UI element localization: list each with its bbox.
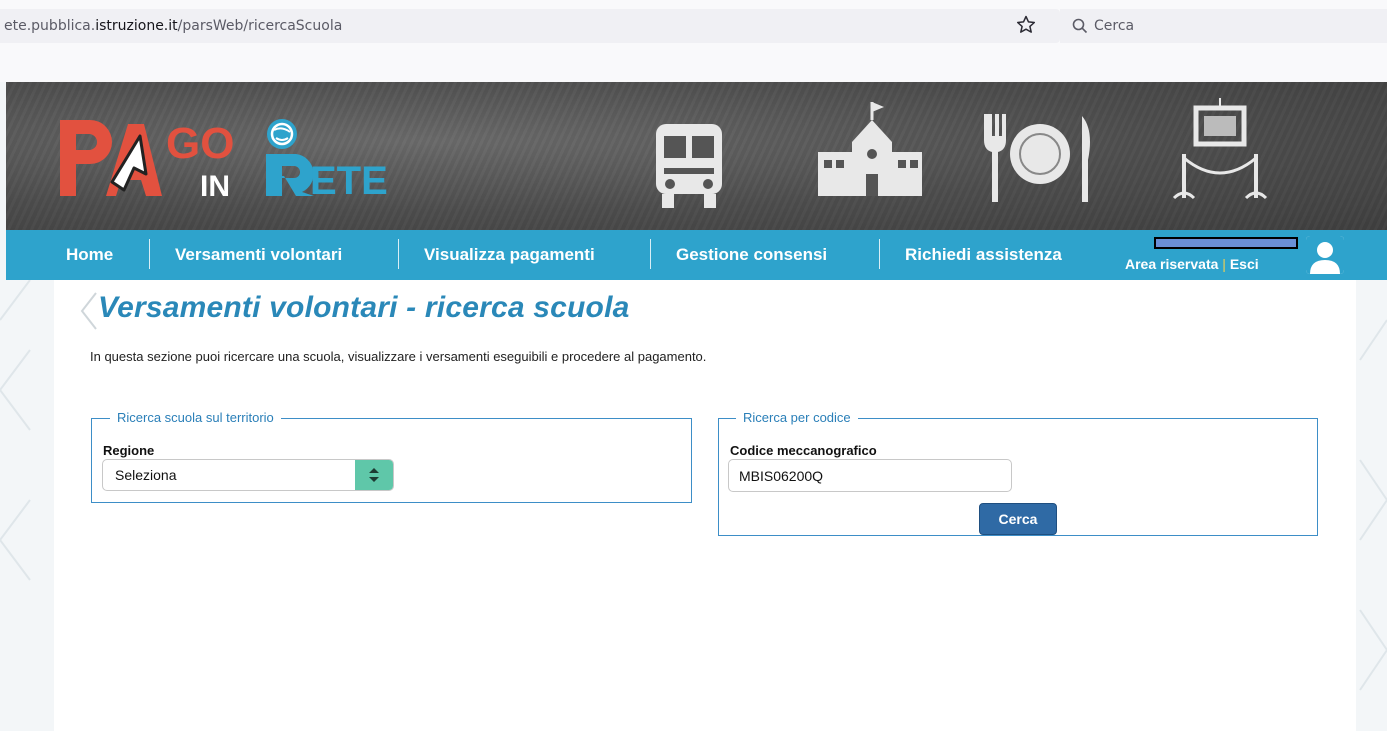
browser-gap [0, 52, 1387, 82]
code-input[interactable] [728, 459, 1012, 492]
link-separator: | [1222, 256, 1226, 272]
search-button[interactable]: Cerca [979, 503, 1057, 535]
cutlery-plate-icon [984, 114, 1090, 202]
museum-painting-icon [1172, 98, 1268, 200]
nav-separator [650, 239, 651, 269]
nav-richiedi-assistenza[interactable]: Richiedi assistenza [905, 230, 1062, 280]
url-prefix: ete.pubblica. [4, 18, 96, 34]
nav-separator [879, 239, 880, 269]
search-icon [1072, 18, 1088, 34]
esci-link[interactable]: Esci [1230, 256, 1259, 272]
region-label: Regione [103, 443, 155, 458]
pago-in-rete-logo[interactable]: GO IN ETE [54, 110, 454, 202]
svg-text:GO: GO [166, 119, 234, 168]
code-search-legend: Ricerca per codice [736, 410, 858, 425]
redacted-username [1154, 237, 1298, 249]
nav-gestione-consensi[interactable]: Gestione consensi [676, 230, 827, 280]
select-arrows-icon[interactable] [355, 460, 393, 490]
nav-versamenti-volontari[interactable]: Versamenti volontari [175, 230, 342, 280]
site-header: GO IN ETE [6, 82, 1387, 230]
nav-visualizza-pagamenti[interactable]: Visualizza pagamenti [424, 230, 595, 280]
region-select-value: Seleziona [115, 467, 177, 483]
area-riservata-link[interactable]: Area riservata [1125, 256, 1218, 272]
page-intro: In questa sezione puoi ricercare una scu… [90, 349, 707, 364]
url-bar[interactable]: ete.pubblica. istruzione.it/parsWeb/ricer… [0, 9, 1060, 43]
school-building-icon [818, 102, 922, 196]
bookmark-star-icon[interactable] [1014, 13, 1038, 37]
nav-separator [149, 239, 150, 269]
search-placeholder: Cerca [1094, 18, 1135, 34]
url-path: /parsWeb/ricercaScuola [177, 18, 343, 34]
page-title: Versamenti volontari - ricerca scuola [98, 291, 630, 324]
browser-search-box[interactable]: Cerca [1060, 9, 1387, 43]
url-host: istruzione.it [95, 18, 178, 34]
svg-text:ETE: ETE [310, 159, 388, 202]
nav-home[interactable]: Home [66, 230, 113, 280]
nav-separator [398, 239, 399, 269]
user-avatar-icon[interactable] [1306, 236, 1344, 274]
user-links: Area riservata | Esci [1125, 256, 1259, 272]
territory-search-legend: Ricerca scuola sul territorio [110, 410, 281, 425]
region-select[interactable]: Seleziona [102, 459, 394, 491]
svg-text:IN: IN [200, 170, 230, 202]
code-label: Codice meccanografico [730, 443, 877, 458]
bus-icon [656, 124, 722, 208]
